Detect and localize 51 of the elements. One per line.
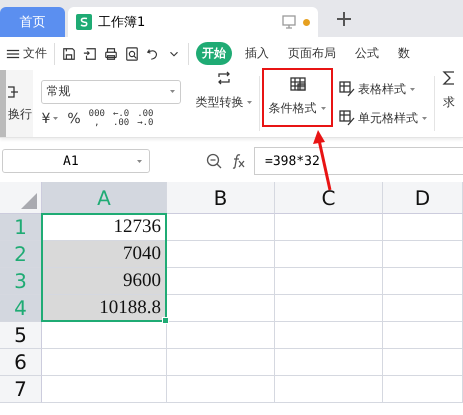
table-cell: 9600 bbox=[42, 268, 167, 295]
caret-icon bbox=[169, 88, 176, 95]
name-box[interactable]: A1 bbox=[2, 149, 150, 173]
cell-style-button[interactable]: 单元格样式 bbox=[339, 110, 428, 126]
fill-handle[interactable] bbox=[162, 317, 169, 324]
convert-type-button[interactable]: 类型转换 bbox=[189, 70, 260, 137]
caret-icon bbox=[421, 114, 428, 122]
wrap-text-button[interactable]: 换行 bbox=[8, 106, 32, 123]
format-button[interactable]: % bbox=[67, 110, 81, 126]
table-grid-icon bbox=[290, 76, 306, 92]
caret-icon bbox=[246, 99, 254, 106]
zoom-icon[interactable] bbox=[206, 153, 222, 169]
cell-brush-icon bbox=[339, 110, 356, 126]
export-icon[interactable] bbox=[83, 46, 97, 60]
column-header[interactable]: C bbox=[275, 182, 383, 214]
tab[interactable]: 工作簿1 bbox=[68, 7, 318, 37]
table-style-button[interactable]: 表格样式 bbox=[339, 80, 416, 98]
caret-icon bbox=[136, 158, 143, 164]
format-button[interactable]: ←.0 .00 bbox=[112, 110, 130, 128]
row-header[interactable]: 5 bbox=[0, 322, 42, 349]
menu-tab[interactable]: 公式 bbox=[349, 42, 385, 65]
sum-button[interactable]: 求 bbox=[435, 70, 463, 137]
plus-icon[interactable] bbox=[336, 10, 352, 26]
row-header[interactable]: 7 bbox=[0, 376, 42, 403]
menu-tab[interactable]: 页面布局 bbox=[282, 42, 342, 65]
format-button[interactable]: .00 →.0 bbox=[137, 110, 154, 128]
column-header[interactable]: D bbox=[383, 182, 463, 214]
format-button[interactable]: 000 , bbox=[88, 110, 105, 128]
caret-icon bbox=[320, 105, 327, 112]
undo-icon[interactable] bbox=[146, 46, 160, 60]
function-icon[interactable] bbox=[230, 153, 246, 169]
conditional-format-button[interactable]: 条件格式 bbox=[262, 68, 334, 127]
table-brush-icon bbox=[339, 81, 356, 97]
file-menu[interactable]: 文件 bbox=[6, 45, 47, 62]
format-button[interactable]: ¥ bbox=[41, 110, 60, 126]
formula-field[interactable]: =398*32 bbox=[254, 147, 463, 175]
menu-tab[interactable]: 数 bbox=[392, 42, 416, 65]
number-format-dropdown[interactable]: 常规 bbox=[41, 80, 182, 104]
menu-tab[interactable]: 插入 bbox=[239, 42, 275, 65]
monitor-icon bbox=[281, 14, 297, 30]
spreadsheet-icon bbox=[76, 14, 92, 30]
row-header[interactable]: 6 bbox=[0, 349, 42, 376]
table-cell: 7040 bbox=[42, 241, 167, 268]
column-header[interactable]: B bbox=[167, 182, 275, 214]
preview-icon[interactable] bbox=[125, 46, 139, 60]
caret-icon bbox=[409, 86, 416, 92]
swap-icon bbox=[216, 70, 232, 86]
print-icon[interactable] bbox=[104, 46, 118, 60]
save-icon[interactable] bbox=[62, 46, 76, 60]
sigma-icon bbox=[441, 70, 457, 86]
table-cell: 10188.8 bbox=[42, 295, 167, 322]
